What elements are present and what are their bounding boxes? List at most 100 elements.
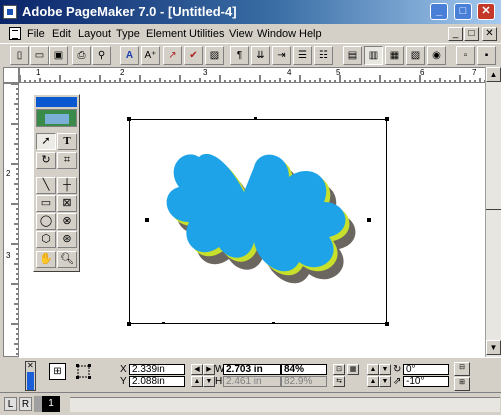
zoom-in-icon[interactable]: ▪ — [477, 46, 496, 65]
resize-handle[interactable] — [127, 117, 131, 121]
pasteboard[interactable] — [19, 83, 485, 357]
align-right-icon[interactable]: ☷ — [314, 46, 333, 65]
right-master-page[interactable]: R — [19, 397, 32, 411]
doc-minimize-button[interactable]: _ — [448, 27, 463, 41]
printer-resolution-scaling-icon[interactable]: ▦ — [347, 364, 359, 375]
resize-handle[interactable] — [385, 117, 389, 121]
nudge-right-button[interactable]: ▶ — [203, 364, 215, 375]
doc-close-button[interactable]: ✕ — [482, 27, 497, 41]
resize-handle[interactable] — [254, 117, 257, 119]
vertical-reflect-icon[interactable]: ⊞ — [454, 377, 470, 391]
frame-icon[interactable]: ▤ — [343, 46, 362, 65]
toolbox-palette[interactable]: ➚ T ↻ ⌗ ╲ ┼ ▭ ⊠ ◯ ⊗ ⬡ ⊛ ✋ 🔍︎ — [33, 94, 80, 272]
vertical-scrollbar[interactable]: ▲ ▼ — [485, 67, 501, 357]
skew-up-button[interactable]: ▲ — [367, 376, 379, 387]
resize-handle[interactable] — [272, 322, 275, 324]
font-icon[interactable]: A — [120, 46, 139, 65]
ellipse-tool-icon[interactable]: ◯ — [36, 213, 56, 230]
frame-options-icon[interactable]: ▥ — [364, 46, 383, 65]
ellipse-frame-tool-icon[interactable]: ⊗ — [57, 213, 77, 230]
horizontal-reflect-icon[interactable]: ⊟ — [454, 362, 470, 376]
height-percent-field[interactable]: 82.9% — [281, 376, 327, 387]
save-icon[interactable]: ▣ — [49, 46, 68, 65]
page-icon-spacer — [34, 396, 42, 412]
colors-icon[interactable]: ◉ — [427, 46, 446, 65]
x-position-field[interactable]: 2.339in — [129, 364, 185, 375]
menu-window[interactable]: Window — [257, 28, 296, 40]
rotate-up-button[interactable]: ▲ — [367, 364, 379, 375]
resize-handle[interactable] — [162, 322, 165, 324]
pointer-tool-icon[interactable]: ➚ — [36, 133, 56, 150]
maximize-button[interactable]: □ — [454, 3, 472, 20]
hyphenation-icon[interactable]: ⇥ — [272, 46, 291, 65]
nudge-left-button[interactable]: ◀ — [191, 364, 203, 375]
polygon-frame-tool-icon[interactable]: ⊛ — [57, 231, 77, 248]
text-tool-icon[interactable]: T — [57, 133, 77, 150]
rotate-tool-icon[interactable]: ↻ — [36, 152, 56, 169]
apply-button[interactable]: ⊞ — [49, 363, 66, 380]
open-folder-icon[interactable]: ▭ — [30, 46, 49, 65]
find-icon[interactable]: ⚲ — [92, 46, 111, 65]
minimize-button[interactable]: _ — [430, 3, 448, 20]
height-field[interactable]: 2.461 in — [223, 376, 281, 387]
rotation-field[interactable]: 0° — [403, 364, 449, 375]
toolbox-title-bar[interactable] — [36, 97, 77, 107]
menu-element[interactable]: Element — [146, 28, 186, 40]
menu-edit[interactable]: Edit — [52, 28, 71, 40]
menu-view[interactable]: View — [229, 28, 253, 40]
resize-handle[interactable] — [385, 322, 389, 326]
zoom-out-icon[interactable]: ▫ — [456, 46, 475, 65]
menu-bar: File Edit Layout Type Element Utilities … — [0, 24, 501, 44]
menu-help[interactable]: Help — [299, 28, 322, 40]
type-style-icon[interactable]: A⁺ — [141, 46, 160, 65]
document-icon[interactable] — [9, 27, 21, 40]
new-document-icon[interactable]: ▯ — [10, 46, 29, 65]
hand-tool-icon[interactable]: ✋ — [36, 251, 56, 268]
indents-tabs-icon[interactable]: ⇊ — [251, 46, 270, 65]
menu-utilities[interactable]: Utilities — [189, 28, 224, 40]
rectangle-tool-icon[interactable]: ▭ — [36, 195, 56, 212]
rectangle-frame-tool-icon[interactable]: ⊠ — [57, 195, 77, 212]
align-left-icon[interactable]: ☰ — [293, 46, 312, 65]
y-position-field[interactable]: 2.088in — [129, 376, 185, 387]
reflect-icon[interactable]: ⇆ — [333, 376, 345, 387]
constrained-line-tool-icon[interactable]: ┼ — [57, 177, 77, 194]
skew-field[interactable]: -10° — [403, 376, 449, 387]
width-field[interactable]: 2.703 in — [223, 364, 281, 375]
horizontal-scrollbar[interactable] — [70, 397, 500, 412]
scroll-thumb[interactable] — [486, 209, 501, 215]
width-percent-field[interactable]: 84% — [281, 364, 327, 375]
horizontal-ruler[interactable]: 1 2 3 4 5 6 7 — [19, 67, 487, 83]
nudge-up-button[interactable]: ▲ — [191, 376, 203, 387]
place-image-icon[interactable]: ▨ — [205, 46, 224, 65]
layers-icon[interactable]: ▧ — [406, 46, 425, 65]
vertical-ruler[interactable]: 2 3 — [3, 83, 19, 357]
print-icon[interactable]: ⎙ — [72, 46, 91, 65]
crop-tool-icon[interactable]: ⌗ — [57, 152, 77, 169]
scroll-down-button[interactable]: ▼ — [486, 340, 501, 355]
skew-down-button[interactable]: ▼ — [379, 376, 391, 387]
scroll-up-button[interactable]: ▲ — [486, 67, 501, 82]
proxy-reference-point[interactable] — [75, 363, 92, 380]
line-tool-icon[interactable]: ╲ — [36, 177, 56, 194]
ruler-origin[interactable] — [3, 67, 19, 83]
menu-type[interactable]: Type — [116, 28, 140, 40]
close-button[interactable]: ✕ — [477, 3, 495, 20]
kerning-icon[interactable]: ↗ — [163, 46, 182, 65]
menu-file[interactable]: File — [27, 28, 45, 40]
control-palette-grip[interactable]: ✕ — [25, 361, 36, 391]
polygon-tool-icon[interactable]: ⬡ — [36, 231, 56, 248]
page-icon-1[interactable]: 1 — [42, 396, 60, 412]
left-master-page[interactable]: L — [4, 397, 17, 411]
resize-handle[interactable] — [127, 322, 131, 326]
proportional-scaling-icon[interactable]: ⊡ — [333, 364, 345, 375]
app-icon[interactable] — [3, 5, 17, 19]
spell-check-icon[interactable]: ✔ — [184, 46, 203, 65]
doc-restore-button[interactable]: □ — [464, 27, 479, 41]
paragraph-icon[interactable]: ¶ — [230, 46, 249, 65]
rotate-down-button[interactable]: ▼ — [379, 364, 391, 375]
nudge-down-button[interactable]: ▼ — [203, 376, 215, 387]
text-frame-icon[interactable]: ▦ — [385, 46, 404, 65]
menu-layout[interactable]: Layout — [78, 28, 111, 40]
zoom-tool-icon[interactable]: 🔍︎ — [57, 251, 77, 268]
